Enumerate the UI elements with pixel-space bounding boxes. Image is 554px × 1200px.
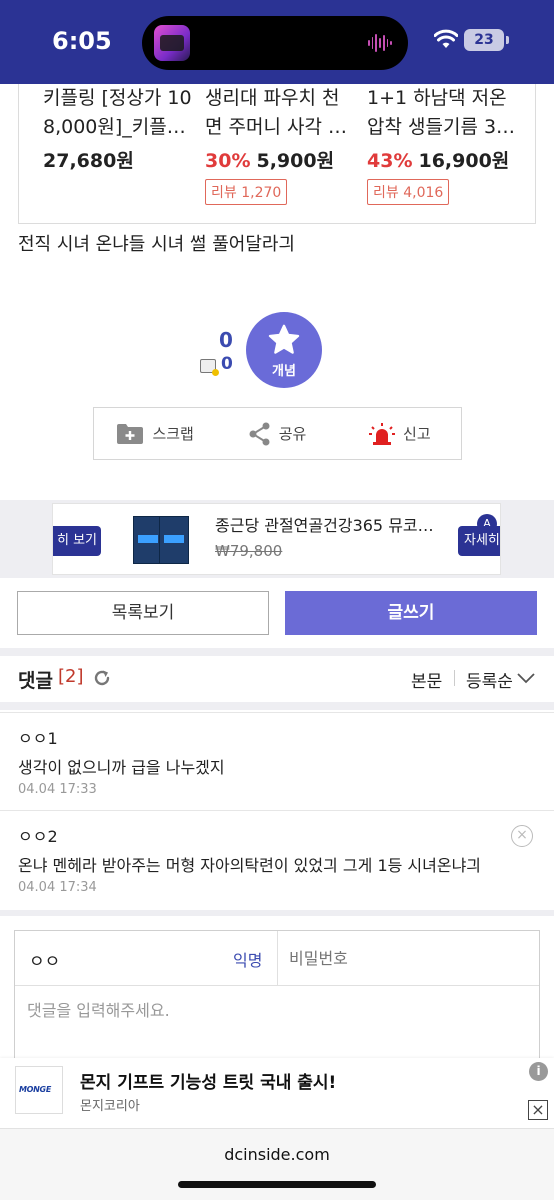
ad-product-title: 종근당 관절연골건강365 뮤코… bbox=[215, 516, 434, 535]
status-bar: 6:05 23 bbox=[0, 0, 554, 84]
write-post-button[interactable]: 글쓰기 bbox=[285, 591, 537, 635]
comment-filter-body[interactable]: 본문 bbox=[411, 667, 442, 692]
ad-product-image bbox=[133, 512, 193, 570]
comment-author[interactable]: ㅇㅇ2 bbox=[18, 823, 58, 847]
home-indicator[interactable] bbox=[178, 1181, 376, 1188]
ad-banner[interactable]: 히 보기 종근당 관절연골건강365 뮤코… ₩79,800 A 자세히 bbox=[52, 503, 501, 575]
star-icon bbox=[268, 324, 300, 354]
nickname-field[interactable]: ㅇㅇ bbox=[29, 947, 60, 972]
wifi-icon bbox=[434, 29, 458, 48]
section-divider bbox=[0, 910, 554, 916]
audio-wave-icon bbox=[368, 33, 393, 53]
comment-write-form: ㅇㅇ 익명 댓글을 입력해주세요. bbox=[14, 930, 540, 1070]
comment-textarea[interactable]: 댓글을 입력해주세요. bbox=[27, 997, 170, 1021]
status-time: 6:05 bbox=[52, 27, 112, 55]
recommend-button[interactable]: 개념 bbox=[246, 312, 322, 388]
scrap-button[interactable]: 스크랩 bbox=[94, 408, 216, 459]
product-card[interactable]: 키플링 [정상가 10 8,000원]_키플… 27,680원 bbox=[43, 84, 193, 173]
discount-rate: 30% bbox=[205, 150, 251, 172]
share-button[interactable]: 공유 bbox=[216, 408, 338, 459]
close-icon[interactable]: × bbox=[528, 1100, 548, 1120]
anonymous-label: 익명 bbox=[233, 951, 263, 970]
product-recommendations: 키플링 [정상가 10 8,000원]_키플… 27,680원 생리대 파우치 … bbox=[18, 84, 536, 224]
siren-icon bbox=[369, 422, 396, 445]
chevron-down-icon[interactable] bbox=[516, 668, 536, 688]
ad-product-price: ₩79,800 bbox=[215, 542, 283, 560]
folder-plus-icon bbox=[117, 423, 144, 444]
product-name: 생리대 파우치 천 면 주머니 사각 … bbox=[205, 87, 347, 138]
info-icon[interactable]: i bbox=[529, 1062, 548, 1081]
fixed-recommend-count: 0 bbox=[221, 354, 233, 374]
comment-date: 04.04 17:34 bbox=[18, 880, 97, 895]
post-action-bar: 스크랩 공유 신고 bbox=[93, 407, 462, 460]
recommend-count: 0 bbox=[219, 328, 233, 352]
post-body-text: 전직 시녀 온냐들 시녀 썰 풀어달라긔 bbox=[18, 234, 296, 255]
ad-title: 몬지 기프트 기능성 트릿 국내 출시! bbox=[80, 1073, 337, 1093]
product-name: 키플링 [정상가 10 8,000원]_키플… bbox=[43, 87, 192, 138]
product-card[interactable]: 1+1 하남댁 저온 압착 생들기름 3… 43% 16,900원 리뷰 4,01… bbox=[367, 84, 517, 205]
ad-detail-button[interactable]: 자세히 bbox=[458, 526, 500, 556]
product-price: 30% 5,900원 bbox=[205, 150, 335, 172]
comments-title: 댓글 bbox=[18, 670, 53, 692]
delete-comment-icon[interactable]: × bbox=[511, 825, 533, 847]
ad-view-button[interactable]: 히 보기 bbox=[53, 526, 101, 556]
report-button[interactable]: 신고 bbox=[339, 408, 461, 459]
comment-date: 04.04 17:33 bbox=[18, 782, 97, 797]
discount-rate: 43% bbox=[367, 150, 413, 172]
section-divider bbox=[0, 702, 554, 710]
refresh-icon[interactable] bbox=[92, 668, 112, 688]
product-name: 1+1 하남댁 저온 압착 생들기름 3… bbox=[367, 87, 516, 138]
bottom-ad-banner[interactable]: MONGE 몬지 기프트 기능성 트릿 국내 출시! 몬지코리아 i bbox=[0, 1058, 554, 1128]
comments-header: 댓글 [2] 본문 등록순 bbox=[0, 656, 554, 702]
browser-address-bar[interactable]: dcinside.com bbox=[0, 1128, 554, 1200]
page-url[interactable]: dcinside.com bbox=[0, 1145, 554, 1164]
divider bbox=[15, 985, 539, 986]
section-divider bbox=[0, 648, 554, 656]
comment-text: 온냐 멘헤라 받아주는 머형 자아의탁련이 있었긔 그게 1등 시녀온냐긔 bbox=[18, 856, 482, 875]
battery-indicator: 23 bbox=[464, 29, 509, 51]
recommend-button-label: 개념 bbox=[272, 364, 296, 379]
divider bbox=[454, 670, 455, 686]
comment-item: ㅇㅇ2 × 온냐 멘헤라 받아주는 머형 자아의탁련이 있었긔 그게 1등 시녀… bbox=[0, 810, 554, 910]
comments-count: [2] bbox=[58, 666, 84, 687]
password-field[interactable] bbox=[277, 931, 539, 985]
now-playing-thumbnail bbox=[154, 25, 190, 61]
comment-item: ㅇㅇ1 생각이 없으니까 급을 나누겠지 04.04 17:33 bbox=[0, 712, 554, 810]
comment-author[interactable]: ㅇㅇ1 bbox=[18, 725, 58, 749]
list-view-button[interactable]: 목록보기 bbox=[17, 591, 269, 635]
share-icon bbox=[249, 422, 270, 445]
product-price: 27,680원 bbox=[43, 150, 134, 172]
comment-sort-select[interactable]: 등록순 bbox=[466, 667, 513, 692]
ad-advertiser: 몬지코리아 bbox=[80, 1099, 140, 1114]
review-count-badge: 리뷰 4,016 bbox=[367, 179, 450, 205]
dynamic-island[interactable] bbox=[142, 16, 408, 70]
advertiser-logo: MONGE bbox=[15, 1066, 63, 1114]
comment-text: 생각이 없으니까 급을 나누겠지 bbox=[18, 758, 225, 777]
product-card[interactable]: 생리대 파우치 천 면 주머니 사각 … 30% 5,900원 리뷰 1,270 bbox=[205, 84, 355, 205]
fixed-user-icon bbox=[200, 359, 219, 376]
product-price: 43% 16,900원 bbox=[367, 150, 510, 172]
review-count-badge: 리뷰 1,270 bbox=[205, 179, 288, 205]
